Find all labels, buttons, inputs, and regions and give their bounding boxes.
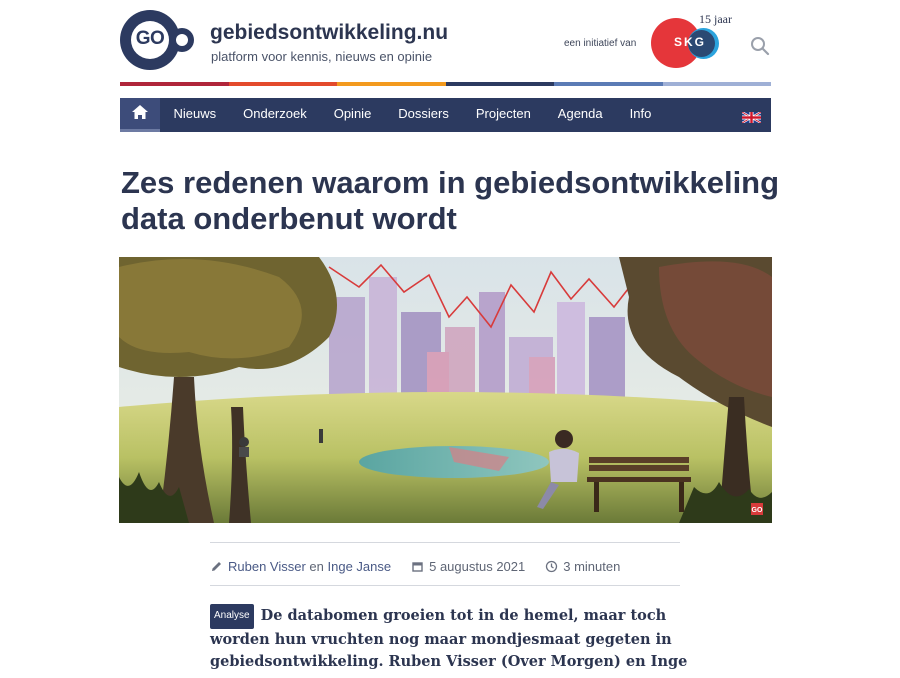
nav-item-info[interactable]: Info	[616, 98, 665, 132]
image-signature: GO	[752, 507, 763, 514]
site-header: GO gebiedsontwikkeling.nu platform voor …	[120, 10, 771, 80]
authors: Ruben Visser en Inge Janse	[210, 559, 391, 574]
search-icon[interactable]	[750, 36, 770, 56]
author-link-inge-janse[interactable]: Inge Janse	[328, 559, 392, 574]
uk-flag-icon[interactable]	[741, 110, 762, 124]
nav-item-dossiers[interactable]: Dossiers	[385, 98, 463, 132]
nav-item-nieuws[interactable]: Nieuws	[160, 98, 230, 132]
anniversary-label: 15 jaar	[699, 12, 732, 26]
pencil-icon	[210, 560, 223, 573]
nav-item-opinie[interactable]: Opinie	[320, 98, 385, 132]
initiative-label: een initiatief van	[564, 38, 637, 49]
article-intro: Analyse De databomen groeien tot in de h…	[210, 604, 690, 678]
calendar-icon	[411, 560, 424, 573]
nav-item-projecten[interactable]: Projecten	[462, 98, 544, 132]
reading-time-label: 3 minuten	[563, 558, 621, 574]
site-title[interactable]: gebiedsontwikkeling.nu	[210, 21, 448, 45]
main-navigation: Nieuws Onderzoek Opinie Dossiers Project…	[120, 98, 771, 132]
site-tagline: platform voor kennis, nieuws en opinie	[211, 49, 433, 64]
skg-logo-text: SKG	[674, 35, 707, 49]
color-stripe	[120, 82, 771, 86]
logo-dot	[170, 28, 194, 52]
nav-item-onderzoek[interactable]: Onderzoek	[230, 98, 321, 132]
article-hero-image: GO	[119, 257, 772, 523]
nav-item-agenda[interactable]: Agenda	[544, 98, 616, 132]
date-label: 5 augustus 2021	[429, 558, 526, 574]
go-logo[interactable]: GO	[120, 10, 200, 70]
reading-time: 3 minuten	[545, 559, 620, 574]
publish-date: 5 augustus 2021	[411, 559, 525, 574]
author-joiner: en	[305, 558, 328, 574]
article-title: Zes redenen waarom in gebiedsontwikkelin…	[121, 165, 780, 236]
home-icon[interactable]	[120, 98, 160, 132]
category-badge[interactable]: Analyse	[210, 604, 254, 629]
author-link-ruben-visser[interactable]: Ruben Visser	[228, 559, 306, 574]
intro-text: De databomen groeien tot in de hemel, ma…	[210, 607, 688, 678]
article-meta: Ruben Visser en Inge Janse 5 augustus 20…	[210, 542, 680, 586]
clock-icon	[545, 560, 558, 573]
